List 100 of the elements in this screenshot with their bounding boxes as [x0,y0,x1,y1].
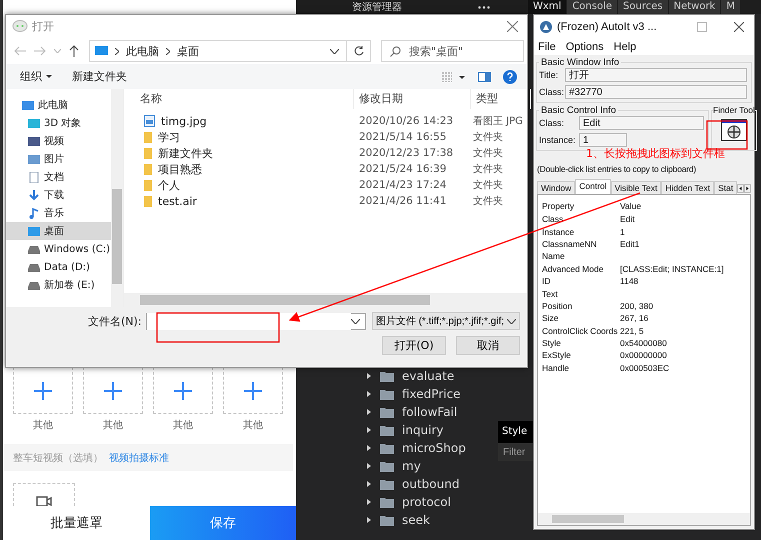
sidebar-item[interactable]: 视频 [6,132,111,150]
property-row[interactable]: Advanced Mode [CLASS:Edit; INSTANCE:1] [538,262,750,275]
devtools-tab[interactable]: M [721,0,740,14]
toolbar-button[interactable]: 组织 [16,69,56,84]
property-value: 1148 [620,276,640,286]
cancel-button[interactable]: 取消 [456,336,520,355]
file-row[interactable]: 项目熟悉 2021/5/24 16:39 文件夹 [124,161,527,177]
property-name: Style [542,338,562,348]
property-name: Name [542,251,566,262]
file-date: 2020/10/26 14:23 [358,115,454,127]
property-row[interactable]: Text [538,287,750,300]
tab[interactable]: Stat [714,181,738,194]
sidebar-item[interactable]: Windows (C:) [6,240,111,258]
sidebar-item[interactable]: 文档 [6,168,111,186]
property-row[interactable]: Instance 1 [538,225,750,238]
property-value: 200, 380 [620,300,654,311]
styles-tab[interactable]: Style [498,421,533,443]
devtools-tab[interactable]: Sources [618,0,668,14]
property-row[interactable]: ID 1148 [538,274,750,288]
folder-tree-item[interactable]: fixedPrice [366,385,496,403]
folder-tree-item[interactable]: outbound [366,475,496,493]
save-button[interactable]: 保存 [150,506,296,540]
value-field[interactable]: 打开 [565,68,747,82]
menu-item[interactable]: File [538,41,556,53]
property-value: [CLASS:Edit; INSTANCE:1] [620,264,725,274]
file-row[interactable]: 个人 2021/4/23 17:24 文件夹 [124,177,527,193]
file-name: timg.jpg [161,114,207,128]
folder-tree-item[interactable]: followFail [366,403,496,421]
column-header[interactable]: 修改日期 [354,89,471,109]
address-bar[interactable]: 此电脑 桌面 [89,40,371,62]
folder-tree-item[interactable]: inquiry [366,421,496,439]
property-row[interactable]: Position 200, 380 [538,300,750,312]
property-value: 1 [620,226,626,237]
property-name: Advanced Mode [542,264,604,274]
value-field[interactable]: 1 [579,133,627,147]
tab[interactable]: Hidden Text [661,181,714,194]
devtools-tab[interactable]: Wxml [528,0,566,14]
folder-tree-item[interactable]: evaluate [366,367,496,385]
property-row[interactable]: ControlClick Coords 221, 5 [538,324,750,337]
explorer-title: 资源管理器 [352,1,402,14]
breadcrumb-item[interactable]: 桌面 [177,44,199,58]
folder-name: protocol [402,495,451,509]
devtools-tab[interactable]: Network [668,0,720,14]
file-row[interactable]: 学习 2021/5/14 16:55 文件夹 [124,129,527,145]
file-row[interactable]: timg.jpg 2020/10/26 14:23 看图王 JPG [124,113,527,129]
property-value: 0x00000000 [620,350,668,360]
property-row[interactable]: Name [538,250,750,263]
property-row[interactable]: ClassnameNN Edit1 [538,238,750,250]
search-bar[interactable]: 搜索"桌面" [381,40,524,62]
group-title: Basic Control Info [540,105,617,116]
sidebar-item[interactable]: 下载 [6,186,111,204]
group-title: Finder Tool [713,105,755,115]
open-button[interactable]: 打开(O) [382,336,446,355]
file-type: 看图王 JPG [472,114,524,128]
sidebar-item[interactable]: 桌面 [6,222,111,240]
folder-tree-item[interactable]: microShop [366,439,496,457]
sidebar-item[interactable]: 音乐 [6,204,111,222]
value-field[interactable]: Edit [579,116,704,130]
property-name: Handle [542,362,570,373]
property-row[interactable]: Style 0x54000080 [538,336,750,350]
file-type: 文件夹 [472,162,504,176]
sidebar-item[interactable]: 3D 对象 [6,114,111,132]
file-date: 2021/4/23 17:24 [358,179,448,191]
sidebar-item[interactable]: 图片 [6,150,111,168]
menu-item[interactable]: Options [566,41,604,53]
breadcrumb-item[interactable]: 此电脑 [126,44,159,58]
tile-label: 其他 [103,418,123,432]
file-name: 个人 [158,178,180,192]
property-value: 267, 16 [620,313,650,324]
filename-label: 文件名(N): [88,314,142,328]
folder-tree-item[interactable]: seek [366,511,496,529]
folder-tree-item[interactable]: protocol [366,493,496,511]
tab[interactable]: Visible Text [610,181,662,194]
column-header[interactable]: Value [620,200,750,210]
devtools-tab[interactable]: Console [567,0,618,14]
sidebar-item[interactable]: 新加卷 (E:) [6,276,111,294]
hint-text: (Double-click list entries to copy to clipboard) [537,164,698,174]
filter-field[interactable]: Filter [498,443,533,461]
column-header[interactable]: 类型 [471,89,531,109]
file-type: 文件夹 [472,194,504,208]
standard-link[interactable]: 视频拍摄标准 [109,450,169,465]
sidebar-item[interactable]: 此电脑 [6,96,111,114]
property-row[interactable]: ExStyle 0x00000000 [538,349,750,362]
menu-item[interactable]: Help [614,41,636,53]
toolbar-button[interactable]: 新建文件夹 [68,69,131,84]
file-type-dropdown[interactable]: 图片文件 (*.tiff;*.pjp;*.jfif;*.gif; [372,312,520,330]
column-header[interactable]: Property [542,200,620,210]
sidebar-item[interactable]: Data (D:) [6,258,111,276]
folder-tree-item[interactable]: my [366,457,496,475]
tab[interactable]: Control [575,179,611,194]
property-row[interactable]: Size 267, 16 [538,312,750,325]
column-header[interactable]: 名称 [124,89,354,109]
value-field[interactable]: #32770 [565,85,747,99]
file-row[interactable]: 新建文件夹 2020/12/23 17:38 文件夹 [124,145,527,161]
file-row[interactable]: test.air 2021/4/26 11:41 文件夹 [124,193,527,209]
property-row[interactable]: Handle 0x000503EC [538,362,750,374]
tab[interactable]: Window [537,181,576,194]
group-title: Basic Window Info [540,57,620,68]
property-name: Position [542,300,574,311]
file-type: 文件夹 [472,130,504,144]
